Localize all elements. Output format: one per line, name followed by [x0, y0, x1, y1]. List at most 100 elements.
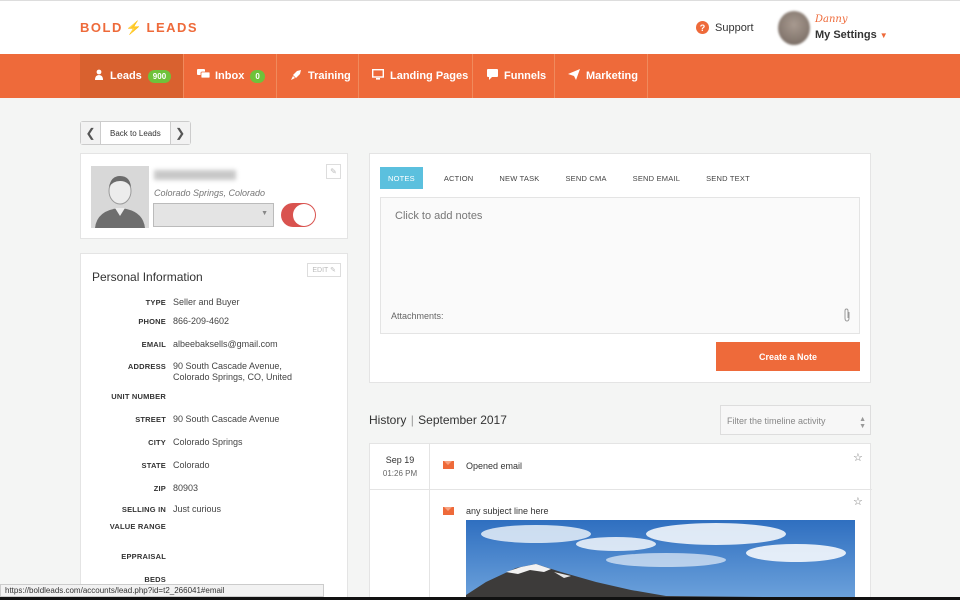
comment-icon — [486, 69, 498, 83]
star-icon[interactable]: ☆ — [853, 495, 863, 508]
rocket-icon — [290, 69, 302, 83]
nav-funnels[interactable]: Funnels — [472, 54, 560, 98]
paperclip-icon[interactable] — [843, 308, 851, 325]
tab-send-text[interactable]: SEND TEXT — [693, 167, 763, 189]
field-label: STATE — [141, 461, 166, 470]
timeline-entry-text: Opened email — [466, 461, 523, 471]
field-value: Seller and Buyer — [173, 297, 240, 307]
monitor-icon — [371, 68, 385, 83]
field-label: VALUE RANGE — [109, 522, 166, 531]
user-name: Danny — [815, 14, 848, 25]
nav-landing-pages-label: Landing Pages — [390, 70, 469, 82]
address-line-2: Colorado Springs, CO, United — [173, 372, 293, 382]
tab-action[interactable]: ACTION — [431, 167, 487, 189]
timeline-date-column — [370, 444, 430, 600]
field-value[interactable]: 866-209-4602 — [173, 316, 229, 327]
timeline-entry-text[interactable]: any subject line here — [466, 506, 549, 516]
field-label: STREET — [135, 415, 166, 424]
help-icon: ? — [696, 21, 709, 34]
history-separator: | — [410, 413, 414, 427]
select-arrows-icon: ▲ ▼ — [859, 416, 866, 430]
tab-notes[interactable]: NOTES — [380, 167, 423, 189]
caret-down-icon: ▼ — [879, 31, 888, 40]
lead-status-select[interactable]: ▼ — [153, 203, 274, 227]
nav-leads[interactable]: Leads 900 — [80, 54, 183, 98]
attachments-label: Attachments: — [391, 311, 444, 321]
nav-funnels-label: Funnels — [504, 70, 547, 82]
logo-text-right: LEADS — [146, 20, 199, 35]
nav-inbox-label: Inbox — [215, 70, 245, 82]
personal-information-title: Personal Information — [92, 270, 203, 284]
timeline-entry-date: Sep 19 — [385, 455, 415, 465]
tab-send-cma[interactable]: SEND CMA — [552, 167, 619, 189]
pencil-icon: ✎ — [330, 267, 336, 274]
next-lead-button[interactable]: ❯ — [169, 122, 190, 144]
history-label: History — [369, 413, 407, 427]
support-label: Support — [715, 21, 754, 34]
back-to-leads-button[interactable]: Back to Leads — [101, 122, 170, 144]
send-icon — [568, 69, 580, 83]
field-label: PHONE — [138, 317, 166, 326]
pencil-icon: ✎ — [330, 167, 337, 176]
dropdown-caret-icon: ▼ — [261, 210, 268, 217]
nav-inbox[interactable]: Inbox 0 — [183, 54, 279, 98]
email-preview-image — [466, 520, 855, 600]
field-value: 90 South Cascade Avenue, Colorado Springs… — [173, 361, 292, 383]
person-icon — [94, 69, 104, 83]
my-settings-menu[interactable]: My Settings ▼ — [815, 29, 888, 41]
nav-marketing-label: Marketing — [586, 70, 638, 82]
support-link[interactable]: ? Support — [696, 21, 754, 34]
lead-profile-card: Colorado Springs, Colorado ▼ ✎ — [80, 153, 348, 239]
email-icon — [443, 461, 454, 469]
chevron-left-icon: ❮ — [85, 126, 96, 140]
address-line-1: 90 South Cascade Avenue, — [173, 361, 282, 371]
previous-lead-button[interactable]: ❮ — [81, 122, 101, 144]
history-month: September 2017 — [418, 413, 507, 427]
edit-profile-button[interactable]: ✎ — [326, 164, 341, 179]
field-value: Just curious — [173, 504, 222, 514]
bolt-icon: ⚡ — [125, 20, 144, 35]
logo-text-left: BOLD — [80, 20, 123, 35]
chat-icon — [197, 69, 211, 83]
notes-textarea[interactable]: Click to add notes Attachments: — [380, 197, 860, 334]
field-label: UNIT NUMBER — [111, 392, 166, 401]
field-label: TYPE — [145, 298, 166, 307]
lead-active-toggle[interactable] — [281, 203, 316, 227]
field-label: BEDS — [144, 575, 166, 584]
field-label: EPPRAISAL — [121, 552, 166, 561]
field-label: ZIP — [153, 484, 166, 493]
nav-marketing[interactable]: Marketing — [554, 54, 652, 98]
browser-status-url: https://boldleads.com/accounts/lead.php?… — [0, 584, 324, 597]
nav-training[interactable]: Training — [276, 54, 365, 98]
edit-personal-info-button[interactable]: EDIT ✎ — [307, 263, 341, 277]
tab-new-task[interactable]: NEW TASK — [486, 167, 552, 189]
field-label: CITY — [148, 438, 166, 447]
notes-card: NOTES ACTION NEW TASK SEND CMA SEND EMAI… — [369, 153, 871, 383]
field-label: SELLING IN — [121, 505, 166, 514]
user-silhouette-icon — [91, 166, 149, 228]
user-avatar[interactable] — [778, 11, 810, 45]
lead-location: Colorado Springs, Colorado — [154, 188, 266, 198]
inbox-count-badge: 0 — [250, 69, 265, 83]
my-settings-label: My Settings — [815, 29, 877, 41]
field-value: Colorado Springs — [173, 437, 243, 447]
back-to-leads-group: ❮ Back to Leads ❯ — [80, 121, 191, 145]
edit-label: EDIT — [312, 267, 329, 274]
create-note-button[interactable]: Create a Note — [716, 342, 860, 371]
timeline-filter-select[interactable]: Filter the timeline activity ▲ ▼ — [720, 405, 871, 435]
create-note-label: Create a Note — [758, 351, 818, 362]
nav-training-label: Training — [308, 70, 351, 82]
history-timeline: Sep 19 01:26 PM Opened email ☆ any subje… — [369, 443, 872, 600]
top-bar: BOLD ⚡ LEADS ? Support Danny My Settings ▼ — [0, 0, 960, 54]
personal-information-card: Personal Information EDIT ✎ TYPE Seller a… — [80, 253, 348, 600]
tab-send-email[interactable]: SEND EMAIL — [620, 167, 693, 189]
star-icon[interactable]: ☆ — [853, 451, 863, 464]
boldleads-logo[interactable]: BOLD ⚡ LEADS — [80, 20, 198, 36]
chevron-right-icon: ❯ — [175, 126, 186, 140]
field-label: ADDRESS — [127, 362, 166, 371]
nav-landing-pages[interactable]: Landing Pages — [358, 54, 482, 98]
field-value[interactable]: albeebaksells@gmail.com — [173, 339, 278, 350]
nav-leads-label: Leads — [110, 70, 142, 82]
leads-count-badge: 900 — [147, 69, 172, 83]
lead-avatar — [91, 166, 149, 228]
